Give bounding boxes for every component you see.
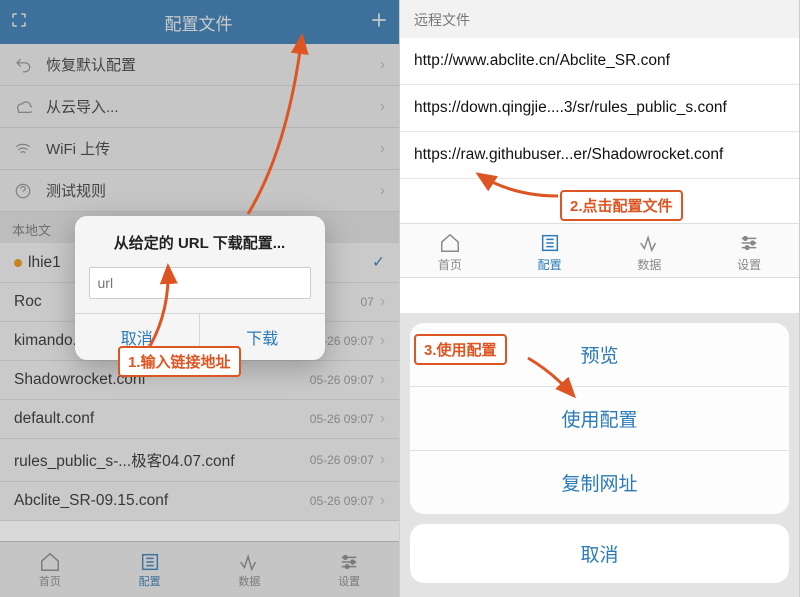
annotation-arrow	[238, 28, 318, 218]
remote-url-item[interactable]: http://www.abclite.cn/Abclite_SR.conf	[400, 38, 799, 85]
remote-files-header: 远程文件	[400, 0, 799, 38]
annotation-arrow	[472, 166, 562, 206]
right-tabbar: 首页 配置 数据 设置	[400, 223, 799, 278]
annotation-label-1: 1.输入链接地址	[118, 346, 241, 377]
right-screenshot: 远程文件 http://www.abclite.cn/Abclite_SR.co…	[400, 0, 800, 597]
tab-config[interactable]: 配置	[500, 232, 600, 273]
tab-home[interactable]: 首页	[400, 232, 500, 273]
sheet-use-config[interactable]: 使用配置	[410, 387, 789, 451]
url-download-modal: 从给定的 URL 下载配置... 取消 下载	[75, 216, 325, 360]
annotation-label-2: 2.点击配置文件	[560, 190, 683, 221]
url-input[interactable]	[89, 267, 311, 299]
left-screenshot: 配置文件 恢复默认配置 › 从云导入... › WiFi 上传 ›	[0, 0, 400, 597]
annotation-arrow	[130, 260, 190, 350]
annotation-arrow	[522, 352, 582, 402]
remote-url-list: http://www.abclite.cn/Abclite_SR.conf ht…	[400, 38, 799, 179]
remote-url-item[interactable]: https://down.qingjie....3/sr/rules_publi…	[400, 85, 799, 132]
remote-url-item[interactable]: https://raw.githubuser...er/Shadowrocket…	[400, 132, 799, 179]
sheet-copy-url[interactable]: 复制网址	[410, 451, 789, 514]
tab-settings[interactable]: 设置	[699, 232, 799, 273]
tab-data[interactable]: 数据	[600, 232, 700, 273]
sheet-cancel[interactable]: 取消	[410, 524, 789, 583]
modal-title: 从给定的 URL 下载配置...	[75, 216, 325, 263]
annotation-label-3: 3.使用配置	[414, 334, 507, 365]
